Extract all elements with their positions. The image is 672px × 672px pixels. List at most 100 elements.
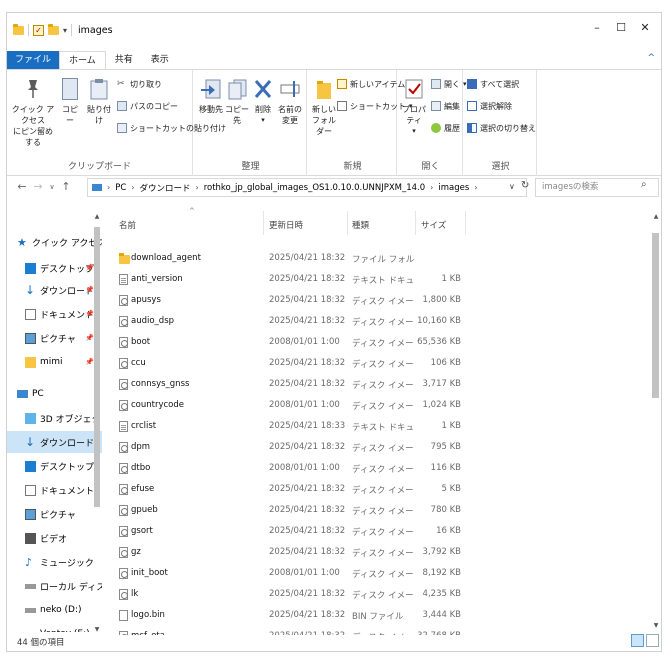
nav-item[interactable]: ビデオ	[7, 527, 102, 549]
properties-button[interactable]: プロパティ ▾	[401, 78, 427, 137]
column-header-size[interactable]: サイズ	[421, 219, 446, 231]
open-button[interactable]: 開く ▾	[431, 78, 467, 90]
nav-pane-scrollbar[interactable]: ▲ ▼	[93, 213, 101, 633]
file-row[interactable]: audio_dsp 2025/04/21 18:32 ディスク イメージ ファ...…	[107, 312, 647, 333]
address-bar[interactable]: › PC › ダウンロード › rothko_jp_global_images_…	[87, 178, 527, 197]
maximize-button[interactable]: ☐	[611, 21, 631, 34]
file-row[interactable]: init_boot 2008/01/01 1:00 ディスク イメージ ファ... 8…	[107, 564, 647, 585]
file-row[interactable]: boot 2008/01/01 1:00 ディスク イメージ ファ...65,536…	[107, 333, 647, 354]
disc-image-icon	[119, 337, 128, 348]
file-row[interactable]: crclist 2025/04/21 18:33 テキスト ドキュメント 1 KB	[107, 417, 647, 438]
nav-item[interactable]: ドキュメント	[7, 479, 102, 501]
tab-home[interactable]: ホーム	[59, 51, 106, 69]
file-size: 3,717 KB	[422, 379, 461, 389]
breadcrumb-images[interactable]: images	[438, 183, 469, 193]
nav-item[interactable]: neko (D:)	[7, 599, 102, 621]
cut-button[interactable]: ✂ 切り取り	[117, 78, 162, 90]
folder-icon	[119, 253, 130, 264]
copy-path-button[interactable]: パスのコピー	[117, 100, 178, 112]
edit-button[interactable]: 編集	[431, 100, 460, 112]
minimize-button[interactable]: –	[587, 21, 607, 34]
breadcrumb-pc[interactable]: PC	[115, 183, 126, 193]
file-row[interactable]: download_agent 2025/04/21 18:32 ファイル フォルダー	[107, 249, 647, 270]
address-dropdown-icon[interactable]: ∨	[509, 182, 515, 191]
file-row[interactable]: dtbo 2008/01/01 1:00 ディスク イメージ ファ... 116 KB	[107, 459, 647, 480]
qa-dropdown-icon[interactable]: ▾	[63, 26, 67, 35]
ribbon-collapse-icon[interactable]: ^	[647, 53, 655, 63]
clipboard-icon	[90, 79, 108, 100]
nav-item[interactable]: デスクトップ 📌	[7, 257, 102, 279]
close-button[interactable]: ✕	[635, 21, 655, 34]
nav-item[interactable]: ↓ ダウンロード	[7, 431, 102, 453]
new-folder-qa-icon[interactable]	[48, 23, 59, 35]
breadcrumb-rothko[interactable]: rothko_jp_global_images_OS1.0.10.0.UNNJP…	[204, 183, 425, 193]
file-scroll-thumb[interactable]	[652, 233, 659, 398]
copy-to-icon	[228, 79, 247, 100]
file-list-scrollbar[interactable]: ▲ ▼	[651, 213, 661, 633]
disc-image-icon	[119, 568, 128, 579]
nav-item[interactable]: 3D オブジェクト	[7, 407, 102, 429]
tab-view[interactable]: 表示	[142, 51, 178, 69]
nav-item[interactable]: ↓ ダウンロード 📌	[7, 279, 102, 301]
forward-icon[interactable]: →	[31, 180, 45, 193]
column-header-type[interactable]: 種類	[352, 219, 369, 231]
delete-button[interactable]: 削除 ▾	[253, 78, 273, 126]
text-file-icon	[119, 274, 128, 285]
file-date: 2025/04/21 18:32	[269, 526, 346, 536]
properties-qa-icon[interactable]: ✓	[33, 24, 44, 36]
nav-item[interactable]: mimi 📌	[7, 351, 102, 373]
column-header-name[interactable]: 名前	[119, 219, 136, 231]
file-row[interactable]: connsys_gnss 2025/04/21 18:32 ディスク イメージ ファ…	[107, 375, 647, 396]
new-folder-button[interactable]: 新しい フォルダー	[311, 78, 337, 137]
column-header-date[interactable]: 更新日時	[269, 219, 303, 231]
file-row[interactable]: logo.bin 2025/04/21 18:32 BIN ファイル 3,444 KB	[107, 606, 647, 627]
select-all-button[interactable]: すべて選択	[467, 78, 519, 90]
nav-scroll-thumb[interactable]	[94, 227, 100, 507]
scroll-up-icon[interactable]: ▲	[93, 213, 101, 220]
file-row[interactable]: gz 2025/04/21 18:32 ディスク イメージ ファ... 3,792 K…	[107, 543, 647, 564]
move-to-button[interactable]: 移動先	[199, 78, 223, 115]
nav-item-label: ピクチャ	[40, 334, 76, 345]
scroll-down-icon[interactable]: ▼	[651, 622, 661, 629]
file-row[interactable]: efuse 2025/04/21 18:32 ディスク イメージ ファ... 5 KB	[107, 480, 647, 501]
file-row[interactable]: apusys 2025/04/21 18:32 ディスク イメージ ファ... 1,8…	[107, 291, 647, 312]
history-button[interactable]: 履歴	[431, 122, 460, 134]
nav-item[interactable]: ♪ ミュージック	[7, 551, 102, 573]
nav-item[interactable]: ローカル ディスク (C	[7, 575, 102, 597]
file-size: 1,024 KB	[422, 400, 461, 410]
copy-to-button[interactable]: コピー先	[225, 78, 249, 126]
disc-image-icon	[119, 505, 128, 516]
nav-item[interactable]: ドキュメント 📌	[7, 303, 102, 325]
nav-item[interactable]: ピクチャ	[7, 503, 102, 525]
file-row[interactable]: ccu 2025/04/21 18:32 ディスク イメージ ファ... 106 KB	[107, 354, 647, 375]
file-size: 3,444 KB	[422, 610, 461, 620]
file-size: 10,160 KB	[417, 316, 461, 326]
file-row[interactable]: lk 2025/04/21 18:32 ディスク イメージ ファ... 4,235 K…	[107, 585, 647, 606]
invert-selection-button[interactable]: 選択の切り替え	[467, 122, 536, 134]
refresh-icon[interactable]: ↻	[521, 180, 529, 191]
copy-button[interactable]: コピー	[59, 78, 81, 126]
pin-quick-access-button[interactable]: クイック アクセス にピン留めする	[11, 78, 55, 148]
back-icon[interactable]: ←	[15, 180, 29, 193]
paste-button[interactable]: 貼り付け	[85, 78, 113, 126]
tab-share[interactable]: 共有	[106, 51, 142, 69]
details-view-icon[interactable]	[631, 634, 644, 647]
nav-item[interactable]: デスクトップ	[7, 455, 102, 477]
file-row[interactable]: anti_version 2025/04/21 18:32 テキスト ドキュメント 1…	[107, 270, 647, 291]
scroll-up-icon[interactable]: ▲	[651, 213, 661, 220]
large-icons-view-icon[interactable]	[646, 634, 659, 647]
recent-dropdown-icon[interactable]: ∨	[45, 183, 59, 191]
select-none-button[interactable]: 選択解除	[467, 100, 512, 112]
nav-item[interactable]: PC	[7, 383, 102, 405]
tab-file[interactable]: ファイル	[7, 51, 60, 69]
breadcrumb-downloads[interactable]: ダウンロード	[139, 182, 190, 194]
file-row[interactable]: countrycode 2008/01/01 1:00 ディスク イメージ ファ..…	[107, 396, 647, 417]
shortcut-icon	[337, 101, 347, 111]
file-row[interactable]: gsort 2025/04/21 18:32 ディスク イメージ ファ... 16 K…	[107, 522, 647, 543]
rename-button[interactable]: 名前の 変更	[277, 78, 303, 126]
nav-item[interactable]: ★ クイック アクセス	[7, 231, 102, 253]
nav-item[interactable]: ピクチャ 📌	[7, 327, 102, 349]
file-row[interactable]: gpueb 2025/04/21 18:32 ディスク イメージ ファ... 780 …	[107, 501, 647, 522]
up-icon[interactable]: ↑	[59, 180, 73, 193]
file-row[interactable]: dpm 2025/04/21 18:32 ディスク イメージ ファ... 795 KB	[107, 438, 647, 459]
